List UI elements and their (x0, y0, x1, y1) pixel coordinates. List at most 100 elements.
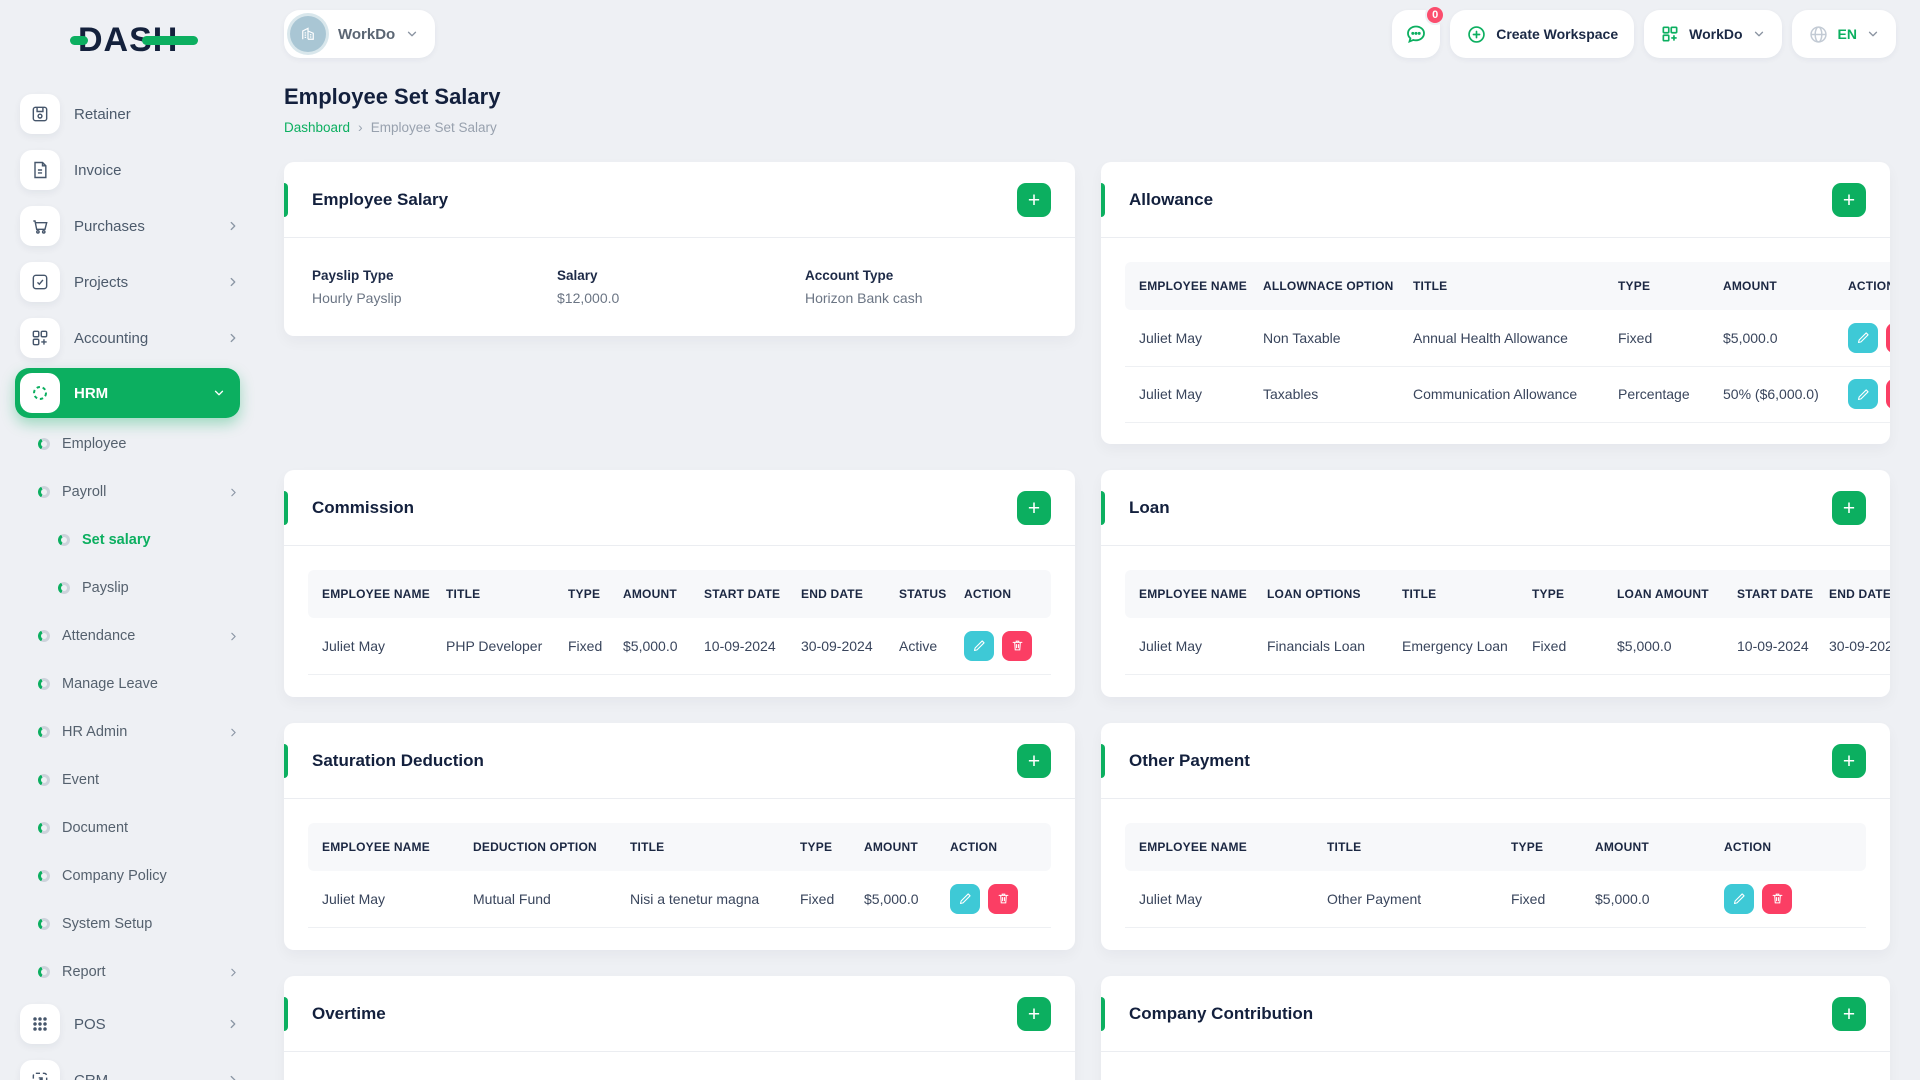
edit-button[interactable] (964, 630, 994, 661)
breadcrumb-dashboard-link[interactable]: Dashboard (284, 120, 350, 135)
breadcrumb-current: Employee Set Salary (370, 119, 497, 135)
breadcrumb: Dashboard › Employee Set Salary (284, 119, 1890, 135)
employee-salary-card: Employee Salary + Payslip Type Hourly Pa… (284, 162, 1075, 336)
add-loan-button[interactable]: + (1832, 491, 1866, 525)
delete-button[interactable] (1762, 883, 1792, 914)
field-payslip-type: Payslip Type Hourly Payslip (312, 268, 402, 306)
trash-icon (1012, 640, 1022, 651)
logo-accent-dash (142, 36, 198, 45)
grid-plus-icon (20, 318, 60, 358)
edit-button[interactable] (950, 883, 980, 914)
table-row: Juliet May Mutual Fund Nisi a tenetur ma… (308, 871, 1051, 928)
messages-button[interactable]: 0 (1392, 5, 1446, 58)
sidebar-item-hr-admin[interactable]: HR Admin (0, 708, 256, 756)
create-workspace-button[interactable]: Create Workspace (1450, 10, 1635, 58)
loan-table: EMPLOYEE NAME LOAN OPTIONS TITLE TYPE LO… (1125, 570, 1890, 675)
logo-accent-left (70, 36, 88, 45)
workspace-selector[interactable]: WorkDo (284, 10, 436, 58)
edit-button[interactable] (1848, 322, 1878, 353)
sidebar-item-pos[interactable]: POS (0, 996, 256, 1052)
sidebar-item-purchases[interactable]: Purchases (0, 198, 256, 254)
allowance-table-wrap: EMPLOYEE NAME ALLOWNACE OPTION TITLE TYP… (1125, 262, 1890, 423)
trash-icon (1772, 893, 1782, 904)
card-header: Company Contribution + (1101, 976, 1890, 1052)
chevron-right-icon (226, 219, 240, 233)
sidebar-item-company-policy[interactable]: Company Policy (0, 852, 256, 900)
allowance-card: Allowance + EMPLOYEE NAME ALLOWNACE OPTI… (1101, 162, 1890, 444)
edit-button[interactable] (1848, 379, 1878, 409)
sidebar-nav: Retainer Invoice Purchases Projects Acco… (0, 80, 256, 1080)
table-row: Juliet May PHP Developer Fixed $5,000.0 … (308, 618, 1051, 675)
accent-bar (284, 183, 288, 217)
edit-button[interactable] (1724, 883, 1754, 914)
add-allowance-button[interactable]: + (1832, 183, 1866, 217)
sidebar-item-invoice[interactable]: Invoice (0, 142, 256, 198)
saturation-table: EMPLOYEE NAME DEDUCTION OPTION TITLE TYP… (308, 823, 1051, 928)
brand-logo[interactable]: DASH (70, 8, 248, 80)
sidebar-item-accounting[interactable]: Accounting (0, 310, 256, 366)
pencil-icon (973, 640, 985, 652)
delete-button[interactable] (988, 883, 1018, 914)
chevron-right-icon (226, 1017, 240, 1031)
table-row: Juliet May Non Taxable Annual Health All… (1125, 310, 1890, 367)
workdo-menu-button[interactable]: WorkDo (1644, 10, 1782, 58)
sidebar-item-retainer[interactable]: Retainer (0, 86, 256, 142)
message-count-badge: 0 (1425, 5, 1446, 25)
card-header: Commission + (284, 470, 1075, 546)
sidebar: DASH Retainer Invoice Purchases Projects… (0, 0, 256, 1080)
sidebar-item-attendance[interactable]: Attendance (0, 612, 256, 660)
accent-bar (1101, 183, 1105, 217)
loan-card: Loan + EMPLOYEE NAME LOAN OPTIONS TITLE … (1101, 470, 1890, 697)
sidebar-item-employee[interactable]: Employee (0, 420, 256, 468)
plus-circle-icon (1466, 24, 1487, 45)
sidebar-item-report[interactable]: Report (0, 948, 256, 996)
field-account-type: Account Type Horizon Bank cash (805, 268, 923, 306)
bullet-icon (38, 678, 50, 690)
accent-bar (284, 491, 288, 525)
add-overtime-button[interactable]: + (1017, 997, 1051, 1031)
delete-button[interactable] (1886, 322, 1890, 353)
add-saturation-deduction-button[interactable]: + (1017, 744, 1051, 778)
table-row: Juliet May Taxables Communication Allowa… (1125, 366, 1890, 423)
sidebar-item-system-setup[interactable]: System Setup (0, 900, 256, 948)
workspace-name: WorkDo (338, 25, 396, 43)
chevron-right-icon (227, 726, 240, 739)
accent-bar (284, 744, 288, 778)
add-company-contribution-button[interactable]: + (1832, 997, 1866, 1031)
add-other-payment-button[interactable]: + (1832, 744, 1866, 778)
delete-button[interactable] (1002, 630, 1032, 661)
card-header: Allowance + (1101, 162, 1890, 238)
sidebar-item-crm[interactable]: CRM (0, 1052, 256, 1080)
sidebar-item-document[interactable]: Document (0, 804, 256, 852)
table-row: Juliet May Other Payment Fixed $5,000.0 (1125, 871, 1866, 928)
other-payment-card: Other Payment + EMPLOYEE NAME TITLE TYPE… (1101, 723, 1890, 950)
page-content: Employee Set Salary Dashboard › Employee… (256, 58, 1920, 1080)
bullet-icon (38, 822, 50, 834)
sidebar-item-manage-leave[interactable]: Manage Leave (0, 660, 256, 708)
pencil-icon (1857, 388, 1869, 400)
add-employee-salary-button[interactable]: + (1017, 183, 1051, 217)
sidebar-item-set-salary[interactable]: Set salary (0, 516, 256, 564)
delete-button[interactable] (1886, 379, 1890, 409)
language-selector[interactable]: EN (1791, 10, 1896, 58)
topbar: WorkDo 0 Create Workspace WorkDo EN (256, 0, 1920, 58)
sidebar-item-projects[interactable]: Projects (0, 254, 256, 310)
chevron-right-icon (226, 275, 240, 289)
chevron-down-icon (212, 386, 226, 400)
accent-bar (1101, 491, 1105, 525)
pencil-icon (1857, 332, 1869, 344)
sidebar-item-payslip[interactable]: Payslip (0, 564, 256, 612)
pencil-icon (1733, 893, 1745, 905)
sidebar-item-payroll[interactable]: Payroll (0, 468, 256, 516)
card-header: Loan + (1101, 470, 1890, 546)
invoice-icon (20, 150, 60, 190)
add-commission-button[interactable]: + (1017, 491, 1051, 525)
sidebar-item-hrm[interactable]: HRM (15, 368, 240, 418)
company-contribution-card: Company Contribution + (1101, 976, 1890, 1080)
bullet-icon (58, 534, 70, 546)
chevron-right-icon (226, 331, 240, 345)
overtime-card: Overtime + (284, 976, 1075, 1080)
cards-grid: Employee Salary + Payslip Type Hourly Pa… (284, 162, 1890, 1080)
sidebar-item-event[interactable]: Event (0, 756, 256, 804)
accent-bar (1101, 744, 1105, 778)
